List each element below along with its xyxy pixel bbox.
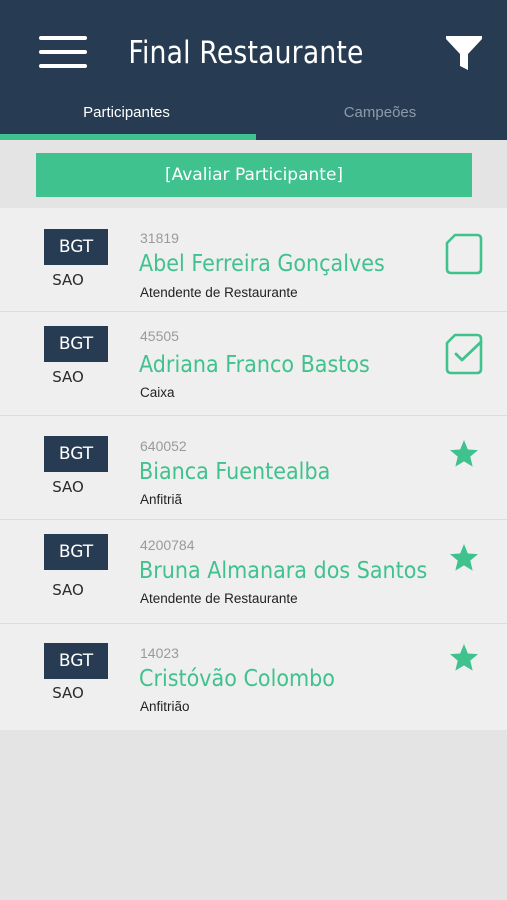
participant-role: Atendente de Restaurante bbox=[140, 285, 298, 300]
tab-campeoes[interactable]: Campeões bbox=[253, 94, 507, 134]
airport-code: SAO bbox=[52, 478, 84, 496]
participant-name: Adriana Franco Bastos bbox=[139, 352, 370, 378]
participant-row[interactable]: BGT SAO 4200784 Bruna Almanara dos Santo… bbox=[0, 520, 507, 624]
participant-role: Caixa bbox=[140, 385, 175, 400]
tab-participantes[interactable]: Participantes bbox=[0, 94, 253, 134]
participant-row[interactable]: BGT SAO 31819 Abel Ferreira Gonçalves At… bbox=[0, 208, 507, 312]
checked-clipboard-icon[interactable] bbox=[444, 332, 484, 376]
participant-name: Cristóvão Colombo bbox=[139, 666, 335, 692]
company-badge: BGT bbox=[44, 436, 108, 472]
airport-code: SAO bbox=[52, 684, 84, 702]
hamburger-menu-icon[interactable] bbox=[37, 34, 89, 70]
app-header: Final Restaurante Participantes Campeões bbox=[0, 0, 507, 140]
participant-row[interactable]: BGT SAO 14023 Cristóvão Colombo Anfitriã… bbox=[0, 624, 507, 734]
action-bar: [Avaliar Participante] bbox=[0, 140, 507, 208]
participant-row[interactable]: BGT SAO 45505 Adriana Franco Bastos Caix… bbox=[0, 312, 507, 416]
participant-row[interactable]: BGT SAO 640052 Bianca Fuentealba Anfitri… bbox=[0, 416, 507, 520]
company-badge: BGT bbox=[44, 643, 108, 679]
page-title: Final Restaurante bbox=[128, 35, 364, 71]
airport-code: SAO bbox=[52, 581, 84, 599]
participant-id: 640052 bbox=[140, 438, 187, 454]
participant-id: 31819 bbox=[140, 230, 179, 246]
star-icon[interactable] bbox=[448, 542, 480, 574]
participant-role: Anfitrião bbox=[140, 699, 190, 714]
participant-id: 14023 bbox=[140, 645, 179, 661]
participant-role: Anfitriã bbox=[140, 492, 183, 507]
filter-funnel-icon[interactable] bbox=[444, 32, 484, 74]
participant-list: BGT SAO 31819 Abel Ferreira Gonçalves At… bbox=[0, 208, 507, 734]
airport-code: SAO bbox=[52, 271, 84, 289]
participant-name: Abel Ferreira Gonçalves bbox=[139, 251, 385, 277]
participant-name: Bruna Almanara dos Santos bbox=[139, 558, 428, 584]
company-badge: BGT bbox=[44, 534, 108, 570]
airport-code: SAO bbox=[52, 368, 84, 386]
company-badge: BGT bbox=[44, 326, 108, 362]
participant-id: 45505 bbox=[140, 328, 179, 344]
star-icon[interactable] bbox=[448, 438, 480, 470]
star-icon[interactable] bbox=[448, 642, 480, 674]
participant-name: Bianca Fuentealba bbox=[139, 459, 331, 485]
participant-role: Atendente de Restaurante bbox=[140, 591, 298, 606]
blank-clipboard-icon[interactable] bbox=[444, 232, 484, 276]
empty-list-area bbox=[0, 730, 507, 900]
company-badge: BGT bbox=[44, 229, 108, 265]
participant-id: 4200784 bbox=[140, 537, 195, 553]
evaluate-participant-button[interactable]: [Avaliar Participante] bbox=[36, 153, 472, 197]
